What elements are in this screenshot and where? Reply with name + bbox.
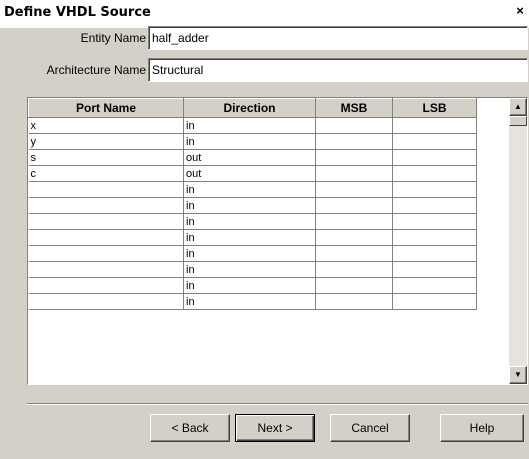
direction-cell[interactable]: in: [183, 117, 316, 134]
column-header-port-name[interactable]: Port Name: [28, 98, 184, 118]
lsb-cell[interactable]: [392, 181, 477, 198]
msb-cell[interactable]: [315, 261, 393, 278]
msb-cell[interactable]: [315, 149, 393, 166]
lsb-cell[interactable]: [392, 133, 477, 150]
port-name-cell[interactable]: [28, 293, 184, 310]
architecture-name-label: Architecture Name: [46, 63, 146, 77]
scroll-down-icon[interactable]: ▼: [509, 366, 527, 384]
lsb-cell[interactable]: [392, 165, 477, 182]
port-name-cell[interactable]: [28, 197, 184, 214]
port-grid: Port Name Direction MSB LSB x in y in s: [28, 98, 477, 310]
table-row: x in: [28, 117, 477, 134]
msb-cell[interactable]: [315, 229, 393, 246]
direction-cell[interactable]: out: [183, 165, 316, 182]
table-row: in: [28, 181, 477, 198]
title-bar: Define VHDL Source ×: [0, 0, 529, 28]
lsb-cell[interactable]: [392, 213, 477, 230]
table-row: in: [28, 261, 477, 278]
table-row: y in: [28, 133, 477, 150]
table-row: in: [28, 197, 477, 214]
direction-cell[interactable]: in: [183, 261, 316, 278]
port-name-cell[interactable]: x: [28, 117, 184, 134]
vertical-scrollbar[interactable]: ▲ ▼: [509, 98, 527, 384]
direction-cell[interactable]: out: [183, 149, 316, 166]
port-name-cell[interactable]: [28, 229, 184, 246]
architecture-name-input[interactable]: [148, 58, 528, 82]
scroll-thumb[interactable]: [509, 116, 527, 126]
msb-cell[interactable]: [315, 117, 393, 134]
table-row: in: [28, 245, 477, 262]
table-header: Port Name Direction MSB LSB: [28, 98, 477, 118]
table-row: in: [28, 277, 477, 294]
msb-cell[interactable]: [315, 293, 393, 310]
lsb-cell[interactable]: [392, 149, 477, 166]
msb-cell[interactable]: [315, 213, 393, 230]
table-row: c out: [28, 165, 477, 182]
column-header-direction[interactable]: Direction: [183, 98, 316, 118]
direction-cell[interactable]: in: [183, 229, 316, 246]
port-name-cell[interactable]: [28, 181, 184, 198]
port-name-cell[interactable]: [28, 213, 184, 230]
column-header-msb[interactable]: MSB: [315, 98, 393, 118]
entity-name-label: Entity Name: [80, 31, 146, 45]
msb-cell[interactable]: [315, 197, 393, 214]
back-button[interactable]: < Back: [150, 414, 230, 442]
window-title: Define VHDL Source: [4, 5, 151, 20]
port-name-cell[interactable]: [28, 245, 184, 262]
port-name-cell[interactable]: c: [28, 165, 184, 182]
table-row: in: [28, 293, 477, 310]
lsb-cell[interactable]: [392, 229, 477, 246]
direction-cell[interactable]: in: [183, 213, 316, 230]
button-separator: [27, 403, 528, 405]
direction-cell[interactable]: in: [183, 197, 316, 214]
lsb-cell[interactable]: [392, 245, 477, 262]
msb-cell[interactable]: [315, 181, 393, 198]
help-button[interactable]: Help: [440, 414, 524, 442]
port-name-cell[interactable]: [28, 261, 184, 278]
port-name-cell[interactable]: s: [28, 149, 184, 166]
direction-cell[interactable]: in: [183, 181, 316, 198]
lsb-cell[interactable]: [392, 293, 477, 310]
table-row: in: [28, 213, 477, 230]
column-header-lsb[interactable]: LSB: [392, 98, 477, 118]
lsb-cell[interactable]: [392, 117, 477, 134]
table-row: s out: [28, 149, 477, 166]
msb-cell[interactable]: [315, 165, 393, 182]
direction-cell[interactable]: in: [183, 245, 316, 262]
lsb-cell[interactable]: [392, 261, 477, 278]
msb-cell[interactable]: [315, 277, 393, 294]
lsb-cell[interactable]: [392, 197, 477, 214]
next-button[interactable]: Next >: [235, 414, 315, 442]
close-icon[interactable]: ×: [513, 4, 527, 18]
entity-name-input[interactable]: [148, 26, 528, 50]
table-row: in: [28, 229, 477, 246]
msb-cell[interactable]: [315, 245, 393, 262]
direction-cell[interactable]: in: [183, 293, 316, 310]
lsb-cell[interactable]: [392, 277, 477, 294]
direction-cell[interactable]: in: [183, 133, 316, 150]
msb-cell[interactable]: [315, 133, 393, 150]
port-table: Port Name Direction MSB LSB x in y in s: [27, 97, 528, 385]
port-name-cell[interactable]: [28, 277, 184, 294]
cancel-button[interactable]: Cancel: [330, 414, 410, 442]
port-name-cell[interactable]: y: [28, 133, 184, 150]
direction-cell[interactable]: in: [183, 277, 316, 294]
scroll-up-icon[interactable]: ▲: [509, 98, 527, 116]
